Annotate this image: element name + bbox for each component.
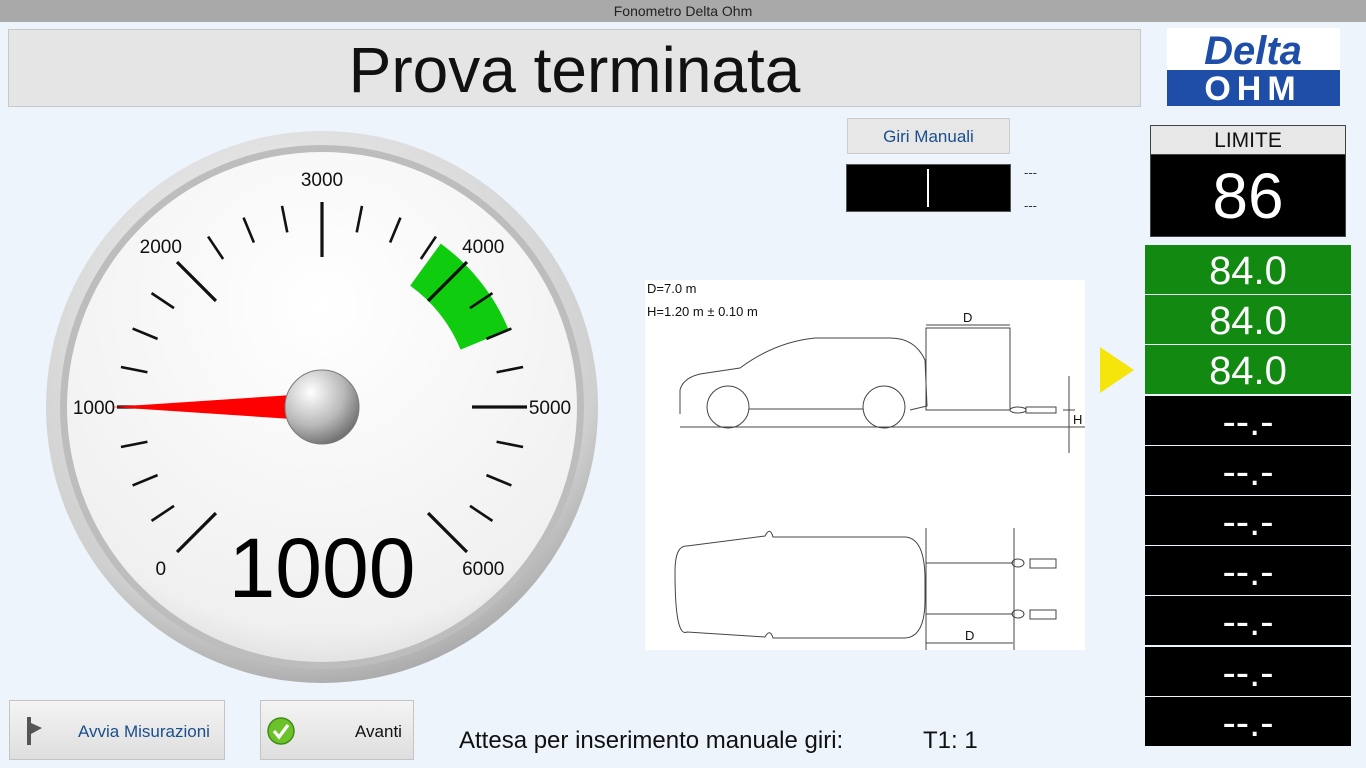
- logo-line1: Delta: [1204, 29, 1302, 73]
- result-row: --.-: [1145, 546, 1351, 596]
- next-label: Avanti: [355, 722, 402, 741]
- result-row: 84.0: [1145, 245, 1351, 294]
- current-row-arrow-icon: [1100, 347, 1134, 394]
- dim-d-top: D: [963, 310, 972, 325]
- delta-ohm-logo: Delta OHM: [1167, 28, 1340, 106]
- start-measurements-button[interactable]: Avvia Misurazioni: [9, 700, 225, 760]
- logo-line2: OHM: [1204, 70, 1301, 106]
- text-caret: [927, 168, 929, 207]
- check-icon: [267, 717, 295, 745]
- result-row: --.-: [1145, 395, 1351, 445]
- measurement-diagram: D=7.0 m H=1.20 m ± 0.10 m D H D: [645, 280, 1085, 650]
- rpm-readout: 1000: [229, 521, 416, 615]
- manual-rpm-button[interactable]: Giri Manuali: [847, 118, 1010, 154]
- window-title: Fonometro Delta Ohm: [0, 0, 1366, 22]
- next-button[interactable]: Avanti: [260, 700, 414, 760]
- rpm-gauge: 0 1000 2000 3000 4000 5000 6000 1000: [46, 131, 598, 683]
- result-row: --.-: [1145, 445, 1351, 495]
- dim-h: H: [1073, 412, 1082, 427]
- gauge-tick-label: 6000: [462, 559, 504, 580]
- dim-d-bottom: D: [965, 628, 974, 643]
- start-measurements-label: Avvia Misurazioni: [78, 722, 210, 741]
- limit-panel: LIMITE 86: [1150, 125, 1346, 237]
- result-row: --.-: [1145, 596, 1351, 646]
- status-banner: Prova terminata: [8, 29, 1141, 107]
- manual-rpm-input[interactable]: [846, 164, 1011, 212]
- result-row: --.-: [1145, 646, 1351, 696]
- limit-title: LIMITE: [1151, 126, 1345, 155]
- gauge-tick-label: 0: [155, 559, 166, 580]
- results-list: 84.0 84.0 84.0 --.- --.- --.- --.- --.- --.- --.-: [1145, 245, 1351, 747]
- rpm-dash-bottom: ---: [1024, 198, 1037, 213]
- diagram-label-d: D=7.0 m: [647, 281, 697, 296]
- flag-icon: [27, 717, 42, 745]
- status-message: Attesa per inserimento manuale giri:: [459, 727, 844, 754]
- rpm-dash-top: ---: [1024, 165, 1037, 180]
- gauge-tick-label: 2000: [140, 237, 182, 258]
- result-row: --.-: [1145, 696, 1351, 746]
- result-row: --.-: [1145, 495, 1351, 545]
- result-row: 84.0: [1145, 295, 1351, 345]
- result-row: 84.0: [1145, 345, 1351, 395]
- diagram-label-h: H=1.20 m ± 0.10 m: [647, 304, 758, 319]
- gauge-tick-label: 5000: [529, 398, 571, 419]
- t1-indicator: T1: 1: [923, 727, 978, 754]
- gauge-tick-label: 1000: [73, 398, 115, 419]
- gauge-tick-label: 3000: [301, 170, 343, 191]
- limit-value: 86: [1212, 160, 1284, 232]
- gauge-tick-label: 4000: [462, 237, 504, 258]
